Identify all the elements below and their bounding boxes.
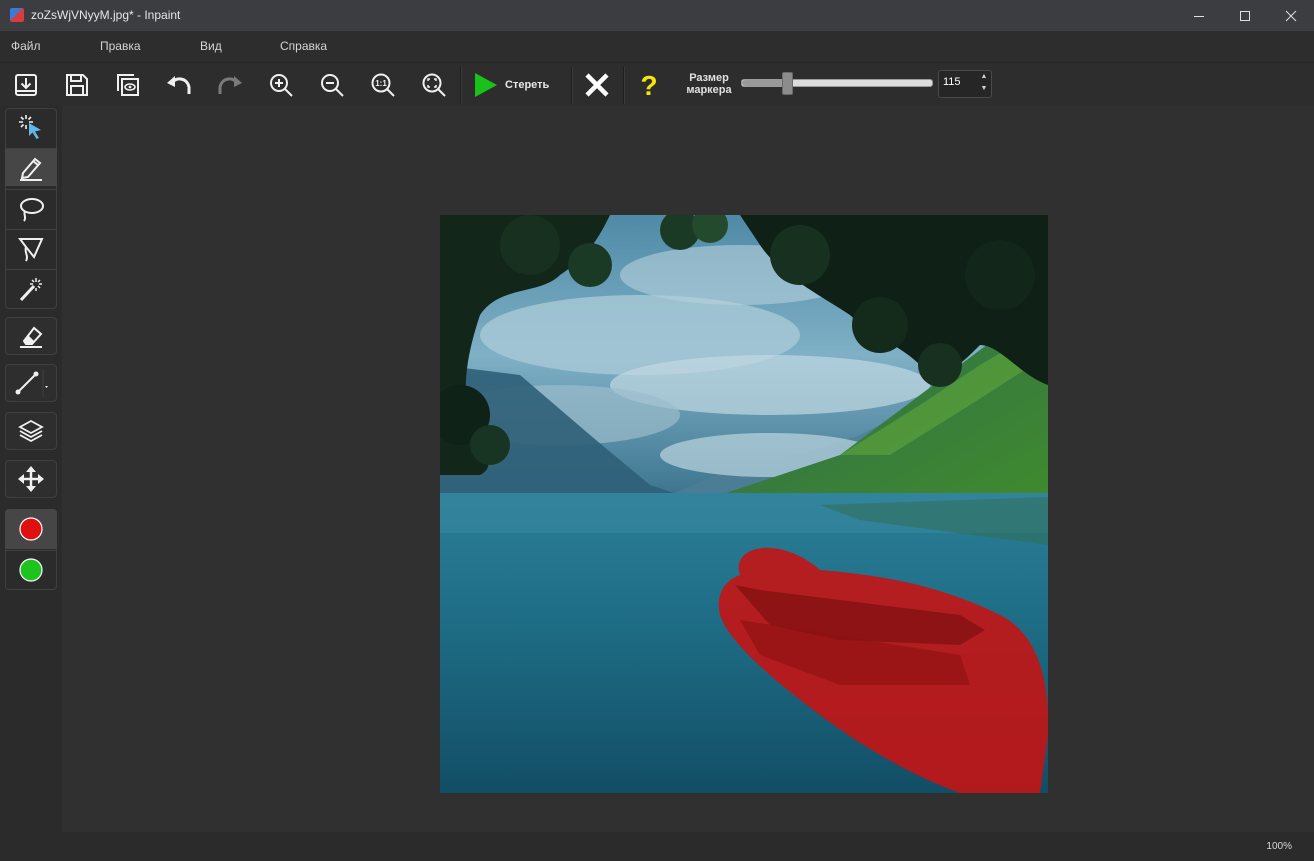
app-icon (10, 8, 24, 22)
save-button[interactable] (57, 67, 97, 103)
toolbar: 1:1 Стереть ? (0, 62, 1314, 106)
magic-pointer-icon (19, 115, 41, 139)
close-button[interactable] (1268, 0, 1314, 31)
close-icon (1285, 10, 1297, 21)
selection-tool[interactable] (5, 108, 57, 146)
toolbar-separator (460, 66, 462, 104)
marker-size-slider[interactable] (741, 79, 933, 87)
toolbar-separator (571, 66, 573, 104)
redo-icon (218, 76, 242, 94)
eraser-icon (20, 326, 43, 348)
status-bar: 100% (0, 832, 1314, 861)
polygon-lasso-icon (18, 237, 44, 261)
line-icon (15, 369, 48, 397)
magic-wand-tool[interactable] (5, 269, 57, 308)
marker-size-label-line2: маркера (686, 84, 732, 96)
lake-photo (440, 215, 1048, 793)
zoom-out-icon (321, 74, 344, 97)
lasso-tool[interactable] (5, 189, 57, 227)
line-tool[interactable] (5, 364, 57, 402)
zoom-fit-button[interactable] (414, 67, 454, 103)
maximize-button[interactable] (1222, 0, 1268, 31)
maximize-icon (1240, 10, 1250, 21)
menu-file[interactable]: Файл (11, 39, 41, 53)
cancel-button[interactable] (577, 67, 617, 103)
open-file-icon (15, 74, 37, 96)
open-button[interactable] (6, 67, 46, 103)
zoom-level: 100% (1266, 841, 1292, 852)
toolbar-separator (623, 66, 625, 104)
help-question-icon: ? (640, 71, 657, 99)
green-circle-icon (19, 557, 43, 582)
cancel-x-icon (585, 73, 609, 97)
zoom-out-button[interactable] (312, 67, 352, 103)
preview-icon (117, 74, 139, 96)
green-donor-color[interactable] (5, 550, 57, 588)
red-mask-color[interactable] (5, 509, 57, 549)
menu-view[interactable]: Вид (200, 39, 222, 53)
spin-up-arrow[interactable]: ▲ (977, 71, 991, 83)
eraser-tool[interactable] (5, 317, 57, 355)
slider-thumb[interactable] (782, 72, 793, 95)
marker-size-label-line1: Размер (689, 72, 729, 84)
undo-icon (167, 76, 191, 94)
svg-text:1:1: 1:1 (375, 79, 387, 88)
menu-bar: Файл Правка Вид Справка (0, 31, 1314, 61)
zoom-in-button[interactable] (261, 67, 301, 103)
zoom-1-1-button[interactable]: 1:1 (363, 67, 403, 103)
title-bar: zoZsWjVNyyM.jpg* - Inpaint (0, 0, 1314, 31)
layers-tool[interactable] (5, 412, 57, 450)
magic-wand-icon (19, 278, 42, 302)
zoom-fit-icon (422, 73, 446, 97)
zoom-actual-icon: 1:1 (371, 73, 395, 97)
red-circle-icon (19, 517, 43, 541)
erase-label: Стереть (505, 79, 550, 91)
redo-button[interactable] (210, 67, 250, 103)
erase-button[interactable]: Стереть (463, 66, 569, 104)
lasso-icon (20, 197, 44, 222)
polygon-lasso-tool[interactable] (5, 229, 57, 267)
play-icon (475, 73, 497, 97)
preview-button[interactable] (108, 67, 148, 103)
move-tool[interactable] (5, 460, 57, 498)
image-canvas[interactable] (440, 215, 1048, 793)
window-title: zoZsWjVNyyM.jpg* - Inpaint (31, 8, 181, 22)
help-button[interactable]: ? (629, 67, 669, 103)
marker-pen-icon (20, 157, 42, 181)
svg-text:?: ? (640, 71, 657, 99)
spin-down-arrow[interactable]: ▼ (977, 83, 991, 95)
save-icon (66, 74, 88, 96)
layers-icon (18, 419, 44, 443)
undo-button[interactable] (159, 67, 199, 103)
marker-size-input[interactable]: 115 (943, 76, 973, 88)
minimize-icon (1194, 15, 1204, 17)
minimize-button[interactable] (1176, 0, 1222, 31)
menu-help[interactable]: Справка (280, 39, 327, 53)
slider-fill (742, 80, 786, 86)
zoom-in-icon (270, 74, 293, 97)
marker-size-label: Размер маркера (682, 72, 736, 96)
move-arrows-icon (18, 466, 44, 492)
menu-edit[interactable]: Правка (100, 39, 141, 53)
marker-tool[interactable] (5, 148, 57, 186)
marker-size-spinbox[interactable]: 115 ▲ ▼ (938, 70, 992, 98)
